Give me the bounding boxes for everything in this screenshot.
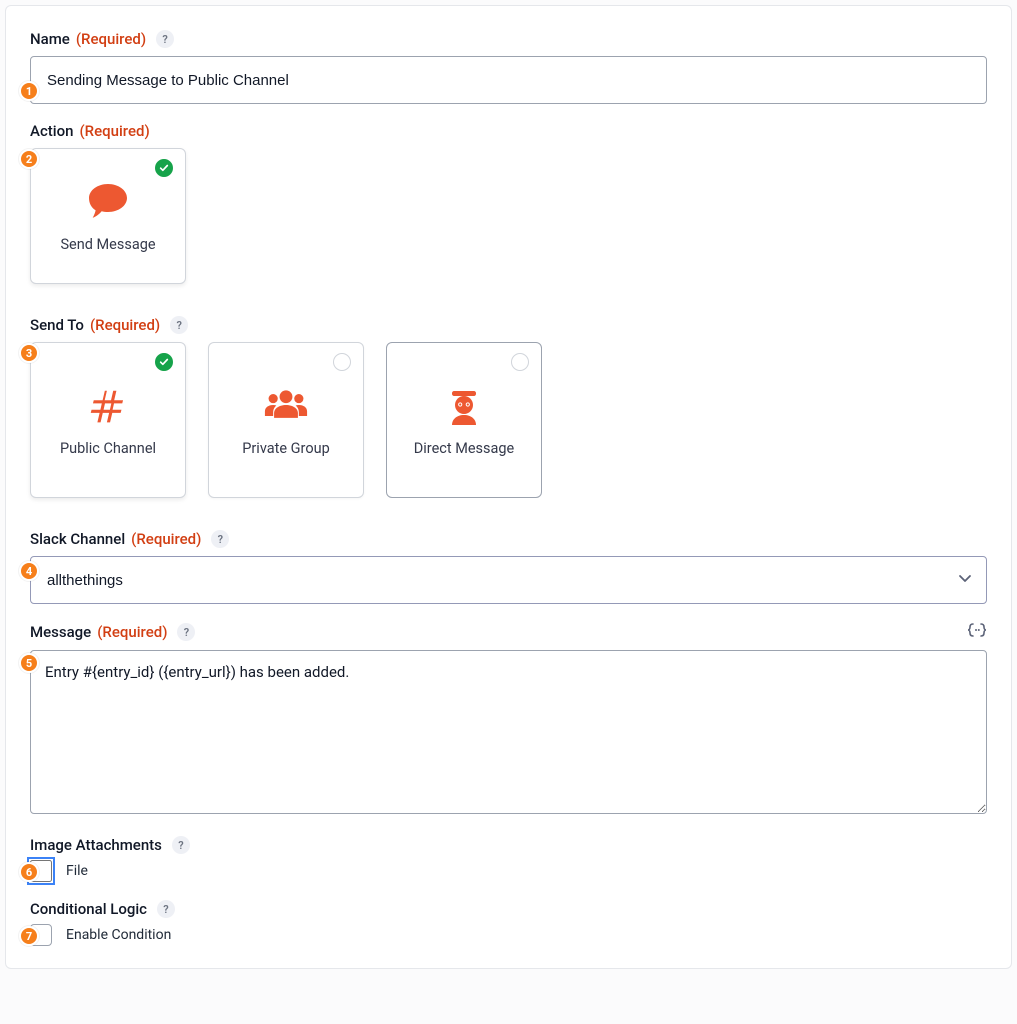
field-action: 2 Action (Required) Send Message: [30, 122, 987, 284]
field-name: 1 Name (Required) ?: [30, 30, 987, 104]
group-icon: [264, 382, 308, 428]
help-icon[interactable]: ?: [211, 530, 229, 548]
action-tile-label: Send Message: [60, 236, 155, 254]
help-icon[interactable]: ?: [170, 316, 188, 334]
step-badge-6: 6: [19, 862, 39, 882]
settings-panel: 1 Name (Required) ? 2 Action (Required) …: [5, 5, 1012, 969]
required-tag: (Required): [76, 30, 146, 48]
field-send-to: 3 Send To (Required) ? Public Channel: [30, 316, 987, 498]
name-input[interactable]: [30, 56, 987, 104]
step-badge-3: 3: [19, 343, 39, 363]
agent-icon: [446, 382, 482, 428]
tile-label: Public Channel: [60, 440, 156, 458]
radio-unchecked-icon: [333, 353, 351, 371]
required-tag: (Required): [90, 316, 160, 334]
message-label: Message: [30, 623, 91, 641]
field-image-attachments: 6 Image Attachments ? File: [30, 836, 987, 882]
field-conditional-logic: 7 Conditional Logic ? Enable Condition: [30, 900, 987, 946]
check-icon: [155, 159, 173, 177]
action-tile-send-message[interactable]: Send Message: [30, 148, 186, 284]
step-badge-4: 4: [19, 561, 39, 581]
required-tag: (Required): [79, 122, 149, 140]
hash-icon: [89, 382, 127, 428]
field-message: 5 Message (Required) ?: [30, 622, 987, 818]
check-icon: [155, 353, 173, 371]
channel-label: Slack Channel: [30, 530, 125, 548]
channel-select[interactable]: allthethings: [30, 556, 987, 604]
step-badge-5: 5: [19, 653, 39, 673]
send-to-tile-direct-message[interactable]: Direct Message: [386, 342, 542, 498]
help-icon[interactable]: ?: [177, 623, 195, 641]
required-tag: (Required): [97, 623, 167, 641]
name-label: Name: [30, 30, 70, 48]
logic-label: Conditional Logic: [30, 900, 147, 918]
tile-label: Direct Message: [414, 440, 514, 458]
attachment-option-label: File: [66, 863, 88, 879]
required-tag: (Required): [131, 530, 201, 548]
attachments-label: Image Attachments: [30, 836, 162, 854]
tile-label: Private Group: [242, 440, 329, 458]
send-to-label: Send To: [30, 316, 84, 334]
step-badge-1: 1: [19, 81, 39, 101]
action-label: Action: [30, 122, 73, 140]
merge-tags-icon[interactable]: [967, 622, 987, 642]
radio-unchecked-icon: [511, 353, 529, 371]
step-badge-7: 7: [19, 926, 39, 946]
help-icon[interactable]: ?: [157, 900, 175, 918]
help-icon[interactable]: ?: [172, 836, 190, 854]
help-icon[interactable]: ?: [156, 30, 174, 48]
step-badge-2: 2: [19, 149, 39, 169]
send-to-tile-public-channel[interactable]: Public Channel: [30, 342, 186, 498]
logic-option-label: Enable Condition: [66, 927, 171, 943]
message-textarea[interactable]: [30, 650, 987, 814]
send-to-tile-private-group[interactable]: Private Group: [208, 342, 364, 498]
speech-bubble-icon: [87, 178, 129, 224]
field-slack-channel: 4 Slack Channel (Required) ? allthething…: [30, 530, 987, 604]
